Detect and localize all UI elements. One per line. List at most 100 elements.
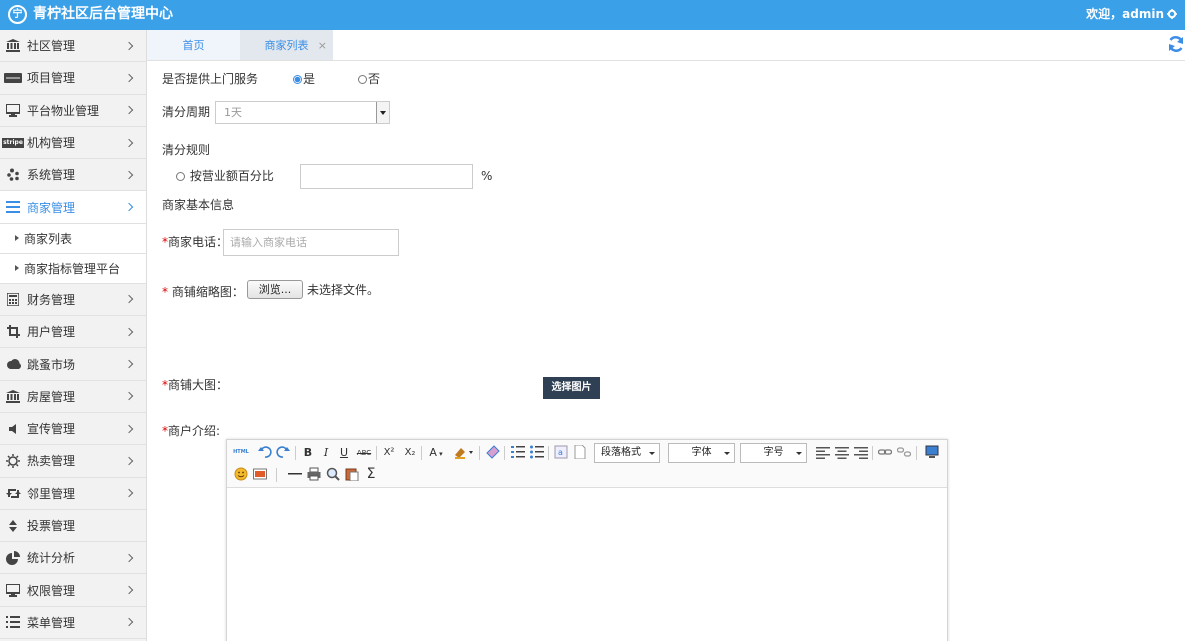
formula-button[interactable]: Σ [364,466,378,482]
tab-merchant-list[interactable]: 商家列表 × [240,30,333,60]
chevron-right-icon [124,392,134,401]
sidebar-subitem-merchant-list[interactable]: 商家列表 [0,223,146,254]
bank-icon [4,39,22,53]
sidebar-item-label: 机构管理 [27,136,76,151]
sidebar-subitem-merchant-index[interactable]: 商家指标管理平台 [0,253,146,284]
undo-icon[interactable] [258,445,272,459]
italic-button[interactable]: I [319,445,333,461]
toolbar-separator [872,446,873,460]
html-source-button[interactable]: HTML [233,444,249,460]
radio-yes[interactable] [293,75,302,84]
refresh-icon[interactable] [1167,35,1185,53]
preview-icon[interactable] [925,445,939,459]
editor-body[interactable] [227,488,947,641]
paragraph-format-select[interactable]: 段落格式 [594,443,660,463]
sidebar-item-permission[interactable]: 权限管理 [0,574,146,607]
door-service-yes[interactable]: 是 [293,71,315,87]
tab-home[interactable]: 首页 [147,30,240,60]
redo-icon[interactable] [276,445,290,459]
sidebar-item-label: 跳蚤市场 [27,357,76,372]
sidebar-item-label: 统计分析 [27,551,76,566]
editor-toolbar: HTML B I U ABC X² X₂ A ▾ a 段落格式 字体 字号 Σ [227,440,947,488]
chevron-right-icon [124,295,134,304]
rule-percent-input[interactable] [300,164,473,189]
superscript-button[interactable]: X² [380,445,398,461]
chevron-right-icon [124,359,134,369]
sidebar-item-merchant[interactable]: 商家管理 [0,191,146,224]
caret-down-icon: ▾ [436,450,443,458]
font-family-select[interactable]: 字体 [668,443,735,463]
sidebar-item-label: 平台物业管理 [27,103,100,118]
chevron-right-icon [124,424,134,433]
toolbar-separator [295,446,296,460]
new-document-icon[interactable] [573,445,587,459]
unlink-icon[interactable] [897,445,911,459]
align-right-icon[interactable] [854,446,868,460]
sidebar-item-market[interactable]: 跳蚤市场 [0,348,146,381]
toolbar-separator [916,446,917,460]
sidebar-item-vote[interactable]: 投票管理 [0,510,146,543]
font-color-button[interactable]: A ▾ [425,445,447,461]
sidebar-item-project[interactable]: 项目管理 [0,62,146,95]
unordered-list-icon[interactable] [530,445,544,459]
sidebar-item-user[interactable]: 用户管理 [0,316,146,349]
sidebar-item-neighbor[interactable]: 邻里管理 [0,478,146,510]
sort-icon [4,519,22,533]
sidebar-item-label: 房屋管理 [27,389,76,404]
align-center-icon[interactable] [835,446,849,460]
radio-no[interactable] [358,75,367,84]
font-size-select[interactable]: 字号 [740,443,807,463]
cycle-select[interactable]: 1天 [215,101,390,124]
horizontal-rule-icon[interactable] [288,467,302,481]
subscript-button[interactable]: X₂ [401,445,419,461]
sidebar-item-organization[interactable]: stripe 机构管理 [0,127,146,160]
cycle-select-value: 1天 [224,106,242,119]
search-replace-icon[interactable] [326,467,340,481]
radio-percent[interactable] [176,172,185,181]
sidebar-item-house[interactable]: 房屋管理 [0,381,146,413]
link-icon[interactable] [878,445,892,459]
user-menu[interactable]: 欢迎，admin [1086,6,1177,22]
browse-button[interactable]: 浏览... [247,280,303,299]
sidebar-item-promotion[interactable]: 宣传管理 [0,413,146,446]
sidebar-item-label: 项目管理 [27,71,76,86]
close-icon[interactable]: × [318,30,327,62]
bank-icon [4,389,22,403]
insert-image-icon[interactable] [253,467,267,481]
sidebar-item-hot-sale[interactable]: 热卖管理 [0,445,146,478]
phone-input[interactable]: 请输入商家电话 [223,229,399,256]
sidebar-item-property[interactable]: 平台物业管理 [0,95,146,127]
sidebar-item-finance[interactable]: 财务管理 [0,284,146,317]
toolbar-separator [548,446,549,460]
tab-bar: 首页 商家列表 × [147,30,1185,61]
rule-option[interactable]: 按营业额百分比 [176,168,274,184]
sidebar-item-label: 热卖管理 [27,454,76,469]
bold-button[interactable]: B [301,445,315,461]
ordered-list-icon[interactable] [511,445,525,459]
print-icon[interactable] [307,467,321,481]
align-left-icon[interactable] [816,446,830,460]
eraser-icon[interactable] [486,445,500,459]
paste-icon[interactable] [345,467,359,481]
chevron-right-icon [124,105,134,115]
sidebar-item-label: 财务管理 [27,292,76,307]
sidebar-subitem-label: 商家列表 [24,231,73,246]
sidebar-item-label: 商家管理 [27,200,76,215]
toolbar-separator [504,446,505,460]
emoticon-icon[interactable] [234,467,248,481]
yelp-icon [4,168,22,182]
tab-label: 商家列表 [264,39,309,52]
underline-button[interactable]: U [337,445,351,461]
door-service-no[interactable]: 否 [358,71,380,87]
svg-text:a: a [558,448,563,457]
anchor-icon[interactable]: a [554,445,568,459]
sidebar-item-system[interactable]: 系统管理 [0,159,146,192]
sidebar-item-menu[interactable]: 菜单管理 [0,607,146,640]
sidebar-item-community[interactable]: 社区管理 [0,30,146,63]
strikethrough-button[interactable]: ABC [355,445,373,461]
sidebar-item-statistics[interactable]: 统计分析 [0,542,146,575]
gear-icon[interactable] [1167,9,1177,19]
pick-image-button[interactable]: 选择图片 [543,377,600,399]
highlight-icon[interactable] [453,445,475,459]
monitor-icon [4,103,22,117]
